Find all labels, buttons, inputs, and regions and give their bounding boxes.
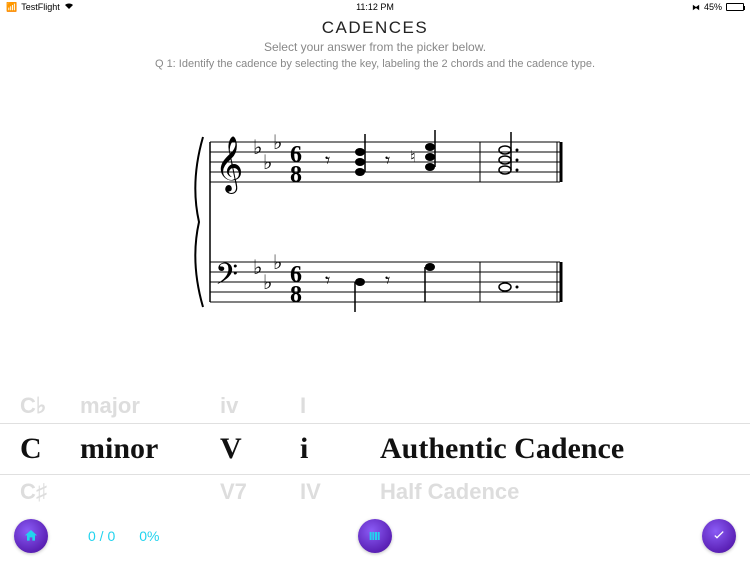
- picker-cadence-selected: Authentic Cadence: [380, 432, 730, 466]
- picker-key-selected: C: [20, 432, 80, 466]
- battery-icon: [726, 3, 744, 11]
- score-percent: 0%: [139, 528, 159, 544]
- svg-text:♭: ♭: [263, 152, 272, 174]
- picker-key-above: C♭: [20, 393, 80, 419]
- svg-text:♭: ♭: [263, 272, 272, 294]
- svg-text:𝄾: 𝄾: [325, 150, 330, 172]
- picker-quality-selected: minor: [80, 432, 220, 466]
- picker-chord2-above: I: [300, 393, 380, 419]
- svg-text:8: 8: [290, 162, 302, 188]
- svg-text:♭: ♭: [253, 257, 262, 279]
- carrier-label: TestFlight: [21, 2, 60, 12]
- battery-pct: 45%: [704, 2, 722, 12]
- keyboard-button[interactable]: [358, 519, 392, 553]
- picker-chord1-below: V7: [220, 479, 300, 505]
- picker-cadence-below: Half Cadence: [380, 479, 730, 505]
- wifi-icon: 📶: [6, 2, 17, 13]
- svg-text:𝄾: 𝄾: [385, 270, 390, 292]
- answer-picker[interactable]: C♭ major iv I C minor V i Authentic Cade…: [0, 384, 750, 514]
- picker-chord2-below: IV: [300, 479, 380, 505]
- picker-chord1-above: iv: [220, 393, 300, 419]
- question-text: Q 1: Identify the cadence by selecting t…: [0, 58, 750, 70]
- clock: 11:12 PM: [356, 2, 394, 12]
- svg-text:♮: ♮: [410, 149, 416, 166]
- picker-row-selected[interactable]: C minor V i Authentic Cadence: [0, 423, 750, 475]
- picker-chord2-selected: i: [300, 432, 380, 466]
- svg-text:𝄾: 𝄾: [325, 270, 330, 292]
- bottom-toolbar: 0 / 0 0%: [0, 516, 750, 556]
- header: CADENCES Select your answer from the pic…: [0, 14, 750, 72]
- submit-button[interactable]: [702, 519, 736, 553]
- svg-text:𝄾: 𝄾: [385, 150, 390, 172]
- picker-key-below: C♯: [20, 479, 80, 505]
- picker-row-above[interactable]: C♭ major iv I: [0, 389, 750, 423]
- home-button[interactable]: [14, 519, 48, 553]
- picker-row-below[interactable]: C♯ V7 IV Half Cadence: [0, 475, 750, 509]
- svg-text:8: 8: [290, 282, 302, 308]
- score-count: 0 / 0: [88, 528, 115, 544]
- svg-text:♭: ♭: [253, 137, 262, 159]
- bluetooth-icon: ⧓: [692, 3, 700, 12]
- score-display: 0 / 0 0%: [88, 528, 159, 544]
- music-notation: 𝄞 𝄢 ♭ ♭ ♭ ♭ ♭ ♭ 6 8 6 8 𝄾 𝄾 ♮: [0, 122, 750, 322]
- status-bar: 📶 TestFlight 11:12 PM ⧓ 45%: [0, 0, 750, 14]
- svg-text:𝄢: 𝄢: [215, 258, 238, 298]
- picker-chord1-selected: V: [220, 432, 300, 466]
- picker-quality-above: major: [80, 393, 220, 419]
- svg-text:♭: ♭: [273, 132, 282, 154]
- page-subtitle: Select your answer from the picker below…: [0, 40, 750, 54]
- page-title: CADENCES: [0, 18, 750, 38]
- svg-text:𝄞: 𝄞: [215, 137, 243, 194]
- svg-text:♭: ♭: [273, 252, 282, 274]
- wifi-icon: [64, 2, 74, 12]
